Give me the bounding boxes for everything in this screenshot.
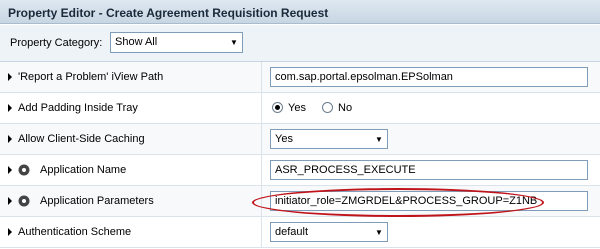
category-toolbar: Property Category: Show All ▼ (0, 25, 600, 62)
padding-yes-label: Yes (288, 102, 306, 114)
property-label-cell: Allow Client-Side Caching (0, 124, 262, 154)
property-label-cell: 'Report a Problem' iView Path (0, 62, 262, 92)
triangle-right-icon[interactable] (8, 228, 12, 236)
client-caching-select[interactable]: Yes ▼ (270, 129, 388, 149)
property-label-cell: Add Padding Inside Tray (0, 93, 262, 123)
chevron-down-icon: ▼ (375, 228, 383, 237)
authentication-scheme-value: default (275, 226, 309, 238)
chevron-down-icon: ▼ (230, 38, 238, 47)
property-label-cell: Application Parameters (0, 186, 262, 216)
property-label: 'Report a Problem' iView Path (18, 71, 164, 83)
padding-yes-radio[interactable] (272, 102, 283, 113)
authentication-scheme-select[interactable]: default ▼ (270, 222, 388, 242)
property-label: Add Padding Inside Tray (18, 102, 138, 114)
editor-title: Property Editor - Create Agreement Requi… (0, 0, 600, 24)
padding-no-label: No (338, 102, 353, 114)
property-grid: 'Report a Problem' iView Path com.sap.po… (0, 62, 600, 248)
property-row: Application Parameters initiator_role=ZM… (0, 186, 600, 217)
gear-icon (18, 164, 30, 176)
triangle-right-icon[interactable] (8, 166, 12, 174)
category-selected-value: Show All (115, 36, 158, 48)
triangle-right-icon[interactable] (8, 197, 12, 205)
property-label-cell: Authentication Scheme (0, 217, 262, 247)
triangle-right-icon[interactable] (8, 104, 12, 112)
property-row: Application Name ASR_PROCESS_EXECUTE (0, 155, 600, 186)
chevron-down-icon: ▼ (375, 135, 383, 144)
property-row: 'Report a Problem' iView Path com.sap.po… (0, 62, 600, 93)
property-label: Allow Client-Side Caching (18, 133, 145, 145)
category-label: Property Category: (10, 37, 103, 49)
application-name-input[interactable]: ASR_PROCESS_EXECUTE (270, 160, 588, 180)
property-row: Add Padding Inside Tray Yes No (0, 93, 600, 124)
triangle-right-icon[interactable] (8, 73, 12, 81)
category-select[interactable]: Show All ▼ (110, 32, 243, 53)
property-row: Allow Client-Side Caching Yes ▼ (0, 124, 600, 155)
property-label: Application Name (40, 164, 127, 176)
property-label-cell: Application Name (0, 155, 262, 185)
padding-no-radio[interactable] (322, 102, 333, 113)
triangle-right-icon[interactable] (8, 135, 12, 143)
property-row: Authentication Scheme default ▼ (0, 217, 600, 248)
client-caching-value: Yes (275, 133, 293, 145)
property-label: Application Parameters (40, 195, 154, 207)
application-parameters-input[interactable]: initiator_role=ZMGRDEL&PROCESS_GROUP=Z1N… (270, 191, 588, 211)
gear-icon (18, 195, 30, 207)
property-label: Authentication Scheme (18, 226, 132, 238)
ireport-path-input[interactable]: com.sap.portal.epsolman.EPSolman (270, 67, 588, 87)
